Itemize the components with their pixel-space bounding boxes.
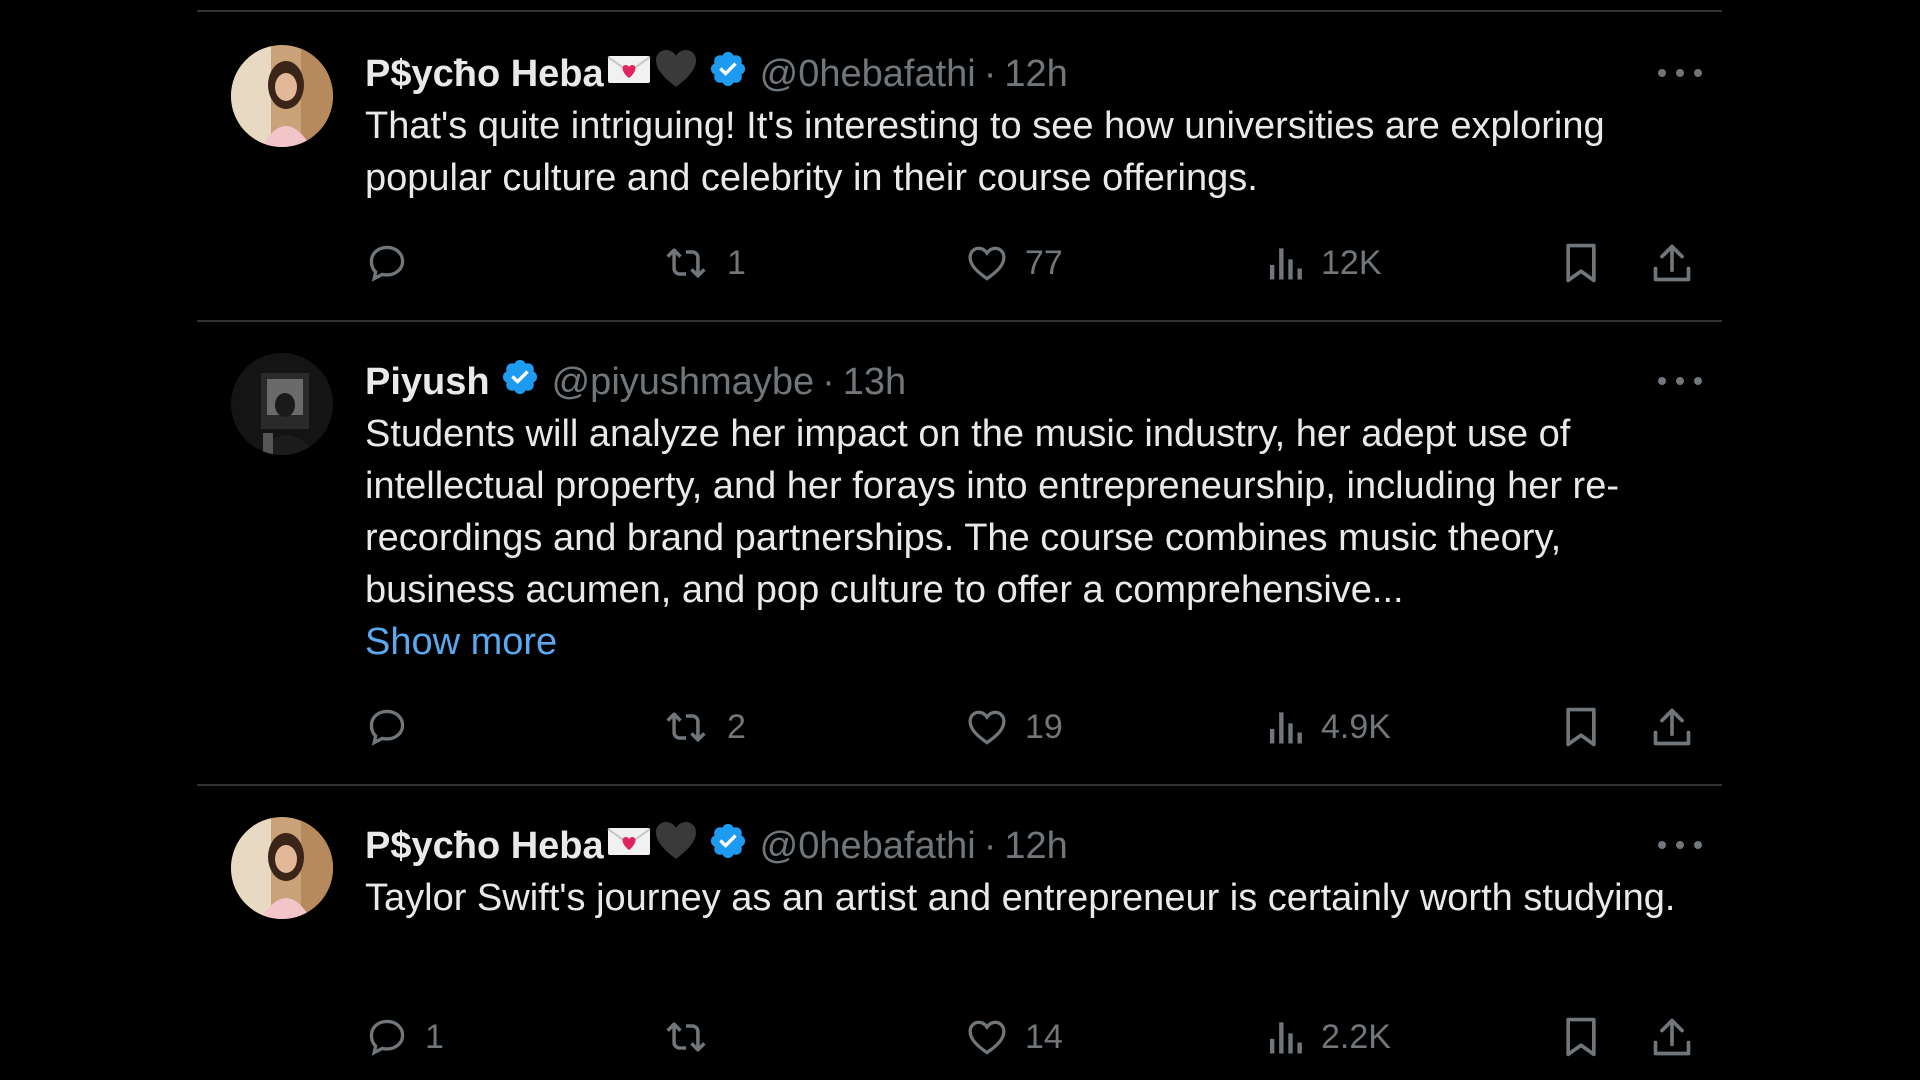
timestamp[interactable]: 12h <box>1004 53 1067 96</box>
view-count: 2.2K <box>1321 1017 1391 1056</box>
like-button[interactable]: 14 <box>965 1012 1063 1062</box>
heart-icon <box>965 241 1009 285</box>
views-button[interactable]: 12K <box>1265 238 1382 288</box>
reply-icon <box>365 1015 409 1059</box>
avatar[interactable] <box>231 353 333 455</box>
tweet-header: P$ycħo Heba @0hebafathi · 12h <box>365 50 1702 98</box>
avatar[interactable] <box>231 817 333 919</box>
reply-button[interactable] <box>365 702 409 752</box>
avatar[interactable] <box>231 45 333 147</box>
verified-badge-icon[interactable] <box>708 821 748 871</box>
tweet[interactable]: P$ycħo Heba @0hebafathi · 12h That's qui… <box>197 12 1722 320</box>
love-letter-icon <box>606 52 652 96</box>
tweet-actions: 2 19 4.9K <box>365 702 1710 752</box>
tweet-content: Piyush @piyushmaybe · 13h Students will … <box>365 358 1702 668</box>
separator-dot: · <box>983 824 997 867</box>
reply-icon <box>365 241 409 285</box>
views-icon <box>1265 241 1305 285</box>
share-icon <box>1651 241 1693 285</box>
tweet[interactable]: Piyush @piyushmaybe · 13h Students will … <box>197 322 1722 784</box>
user-handle[interactable]: @0hebafathi <box>760 825 976 868</box>
views-icon <box>1265 705 1305 749</box>
bookmark-icon <box>1561 241 1601 285</box>
heart-icon <box>965 705 1009 749</box>
view-count: 12K <box>1321 243 1382 282</box>
display-name[interactable]: P$ycħo Heba <box>365 825 604 868</box>
bookmark-icon <box>1561 1015 1601 1059</box>
retweet-count: 2 <box>727 707 746 746</box>
bookmark-button[interactable] <box>1561 702 1601 752</box>
separator-dot: · <box>822 360 835 403</box>
like-count: 77 <box>1025 243 1063 282</box>
more-icon[interactable] <box>1658 58 1702 88</box>
tweet-content: P$ycħo Heba @0hebafathi · 12h Taylor Swi… <box>365 822 1702 924</box>
user-handle[interactable]: @0hebafathi <box>760 53 976 96</box>
tweet-content: P$ycħo Heba @0hebafathi · 12h That's qui… <box>365 50 1702 204</box>
bookmark-icon <box>1561 705 1601 749</box>
heart-icon <box>965 1015 1009 1059</box>
more-icon[interactable] <box>1658 366 1702 396</box>
tweet-text: Taylor Swift's journey as an artist and … <box>365 877 1676 919</box>
retweet-icon <box>661 1015 711 1059</box>
like-count: 19 <box>1025 707 1063 746</box>
tweet-actions: 1 77 12K <box>365 238 1710 288</box>
retweet-count: 1 <box>727 243 746 282</box>
bookmark-button[interactable] <box>1561 1012 1601 1062</box>
display-name[interactable]: P$ycħo Heba <box>365 53 604 96</box>
retweet-button[interactable]: 2 <box>661 702 746 752</box>
black-heart-icon <box>654 49 698 99</box>
reply-button[interactable]: 1 <box>365 1012 444 1062</box>
like-button[interactable]: 77 <box>965 238 1063 288</box>
share-icon <box>1651 1015 1693 1059</box>
reply-icon <box>365 705 409 749</box>
retweet-button[interactable] <box>661 1012 711 1062</box>
display-name[interactable]: Piyush <box>365 361 490 404</box>
tweet-header: P$ycħo Heba @0hebafathi · 12h <box>365 822 1702 870</box>
share-button[interactable] <box>1651 1012 1693 1062</box>
views-button[interactable]: 2.2K <box>1265 1012 1391 1062</box>
retweet-icon <box>661 705 711 749</box>
show-more-link[interactable]: Show more <box>365 616 1702 668</box>
black-heart-icon <box>654 821 698 871</box>
retweet-button[interactable]: 1 <box>661 238 746 288</box>
like-button[interactable]: 19 <box>965 702 1063 752</box>
reply-button[interactable] <box>365 238 409 288</box>
user-handle[interactable]: @piyushmaybe <box>552 361 814 404</box>
love-letter-icon <box>606 824 652 868</box>
tweet-header: Piyush @piyushmaybe · 13h <box>365 358 1702 406</box>
tweet-actions: 1 14 2.2K <box>365 1012 1710 1062</box>
bookmark-button[interactable] <box>1561 238 1601 288</box>
separator-dot: · <box>983 52 997 95</box>
timestamp[interactable]: 13h <box>843 361 906 404</box>
views-button[interactable]: 4.9K <box>1265 702 1391 752</box>
reply-count: 1 <box>425 1017 444 1056</box>
share-icon <box>1651 705 1693 749</box>
verified-badge-icon[interactable] <box>708 49 748 99</box>
tweet-text: That's quite intriguing! It's interestin… <box>365 105 1605 199</box>
timestamp[interactable]: 12h <box>1004 825 1067 868</box>
tweet[interactable]: P$ycħo Heba @0hebafathi · 12h Taylor Swi… <box>197 786 1722 1080</box>
views-icon <box>1265 1015 1305 1059</box>
retweet-icon <box>661 241 711 285</box>
more-icon[interactable] <box>1658 830 1702 860</box>
verified-badge-icon[interactable] <box>500 357 540 407</box>
share-button[interactable] <box>1651 238 1693 288</box>
view-count: 4.9K <box>1321 707 1391 746</box>
share-button[interactable] <box>1651 702 1693 752</box>
tweet-feed: P$ycħo Heba @0hebafathi · 12h That's qui… <box>197 0 1722 1080</box>
tweet-text: Students will analyze her impact on the … <box>365 413 1619 611</box>
like-count: 14 <box>1025 1017 1063 1056</box>
